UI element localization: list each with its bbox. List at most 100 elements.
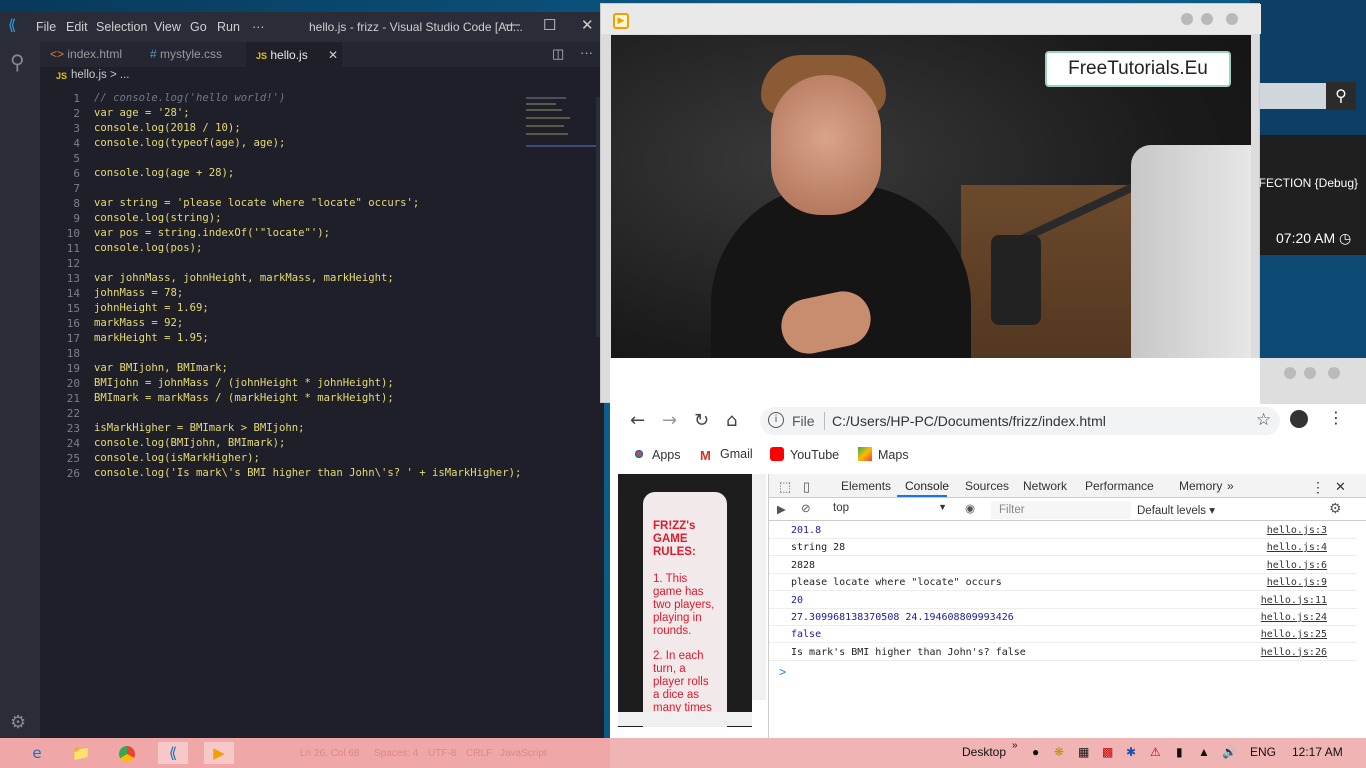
menu-file[interactable]: File [36,20,56,34]
page-vertical-scrollbar[interactable] [752,474,766,700]
menu-run[interactable]: Run [217,20,240,34]
chrome-close-button[interactable] [1328,367,1340,379]
menu-edit[interactable]: Edit [66,20,88,34]
home-icon[interactable]: ⌂ [726,410,737,431]
video-frame[interactable]: FreeTutorials.Eu [611,35,1251,395]
ie-icon[interactable]: e [22,742,52,764]
forward-icon[interactable]: → [662,410,677,431]
page-viewport[interactable]: FR!ZZ's GAME RULES: 1. This game has two… [618,474,752,727]
player-maximize-button[interactable] [1201,13,1213,25]
bookmark-apps[interactable]: Apps [632,447,681,462]
battery-icon[interactable]: ▮ [1176,745,1183,759]
volume-icon[interactable]: 🔊 [1222,745,1237,759]
console-output[interactable]: > 201.8 hello.js:3 string 28 hello.js:4 2828… [769,522,1366,738]
player-close-button[interactable] [1226,13,1238,25]
code-line[interactable]: markHeight = 1.95; [94,332,209,344]
console-source-link[interactable]: hello.js:3 [1267,525,1327,536]
search-icon[interactable]: ⚲ [10,50,25,75]
tab-performance[interactable]: Performance [1085,479,1154,493]
bookmark-gmail[interactable]: M Gmail [700,447,753,463]
page-horizontal-scrollbar[interactable] [618,712,752,726]
tray-security-icon[interactable]: ▩ [1102,745,1113,759]
code-line[interactable]: console.log(2018 / 10); [94,122,241,134]
split-editor-icon[interactable]: ◫ [552,46,564,62]
console-prompt[interactable]: > [779,665,786,679]
bookmark-maps[interactable]: Maps [858,447,909,462]
omnibox[interactable]: i File C:/Users/HP-PC/Documents/frizz/in… [760,407,1280,435]
console-filter-input[interactable]: Filter [991,501,1131,519]
console-source-link[interactable]: hello.js:24 [1261,612,1327,623]
profile-avatar[interactable] [1290,410,1308,428]
code-line[interactable]: console.log(string); [94,212,222,224]
file-explorer-icon[interactable]: 📁 [66,742,96,764]
code-line[interactable]: markMass = 92; [94,317,183,329]
tray-dot-icon[interactable]: ● [1032,745,1039,759]
tray-app-icon[interactable]: ❋ [1054,745,1064,759]
tab-memory[interactable]: Memory [1179,479,1222,493]
desktop-toolbar-label[interactable]: Desktop [962,745,1006,759]
chrome-menu-icon[interactable]: ⋮ [1328,408,1344,427]
code-line[interactable]: var pos = string.indexOf('"locate"'); [94,227,330,239]
inspect-element-icon[interactable]: ⬚ [779,479,791,495]
tab-network[interactable]: Network [1023,479,1067,493]
taskbar-clock[interactable]: 12:17 AM [1292,745,1343,759]
menu-more[interactable]: ··· [252,20,265,34]
console-source-link[interactable]: hello.js:9 [1267,577,1327,588]
more-actions-icon[interactable]: ··· [580,45,593,60]
maximize-icon[interactable]: ☐ [543,16,556,34]
devtools-close-icon[interactable]: ✕ [1335,479,1346,495]
console-source-link[interactable]: hello.js:6 [1267,560,1327,571]
code-line[interactable]: var string = 'please locate where "locat… [94,197,419,209]
chrome-maximize-button[interactable] [1304,367,1316,379]
bookmark-star-icon[interactable]: ☆ [1256,410,1271,430]
more-tabs-icon[interactable]: » [1227,479,1234,493]
tab-sources[interactable]: Sources [965,479,1009,493]
menu-view[interactable]: View [154,20,181,34]
back-icon[interactable]: ← [630,410,645,431]
bluetooth-icon[interactable]: ✱ [1126,745,1136,759]
breadcrumb[interactable]: JS hello.js > ... [40,69,604,85]
device-toolbar-icon[interactable]: ▯ [803,479,810,495]
console-source-link[interactable]: hello.js:11 [1261,595,1327,606]
code-line[interactable]: isMarkHigher = BMImark > BMIjohn; [94,422,304,434]
minimize-icon[interactable]: — [505,16,520,33]
tray-monitor-icon[interactable]: ▦ [1078,745,1089,759]
chrome-icon[interactable] [112,742,142,764]
code-line[interactable]: console.log(BMIjohn, BMImark); [94,437,285,449]
close-icon[interactable]: ✕ [581,16,594,34]
code-line[interactable]: BMIjohn = johnMass / (johnHeight * johnH… [94,377,394,389]
gear-icon[interactable]: ⚙ [10,712,26,733]
code-line[interactable]: console.log(isMarkHigher); [94,452,260,464]
bookmark-youtube[interactable]: YouTube [770,447,839,462]
wifi-icon[interactable]: ▲ [1198,745,1210,759]
tab-elements[interactable]: Elements [841,479,891,493]
eye-icon[interactable]: ◉ [965,501,975,515]
code-line[interactable]: var johnMass, johnHeight, markMass, mark… [94,272,394,284]
code-line[interactable]: johnHeight = 1.69; [94,302,209,314]
clear-console-icon[interactable]: ⊘ [801,501,811,515]
code-line[interactable]: console.log(age + 28); [94,167,234,179]
log-levels-dropdown[interactable]: Default levels ▾ [1137,503,1215,517]
player-minimize-button[interactable] [1181,13,1193,25]
tab-index-html[interactable]: <> index.html [40,42,136,67]
devtools-menu-icon[interactable]: ⋮ [1311,479,1325,496]
toolbar-expand-icon[interactable]: » [1012,740,1018,751]
code-line[interactable]: console.log(typeof(age), age); [94,137,285,149]
code-line[interactable]: var age = '28'; [94,107,190,119]
reload-icon[interactable]: ↻ [694,410,709,431]
gear-icon[interactable]: ⚙ [1329,500,1342,517]
code-line[interactable]: johnMass = 78; [94,287,183,299]
chrome-minimize-button[interactable] [1284,367,1296,379]
close-tab-icon[interactable]: ✕ [328,43,338,67]
console-source-link[interactable]: hello.js:4 [1267,542,1327,553]
console-source-link[interactable]: hello.js:25 [1261,629,1327,640]
tab-console[interactable]: Console [905,479,949,493]
search-icon[interactable]: ⚲ [1326,82,1356,110]
code-line[interactable]: console.log(pos); [94,242,202,254]
minimap[interactable] [526,97,596,149]
menu-go[interactable]: Go [190,20,207,34]
code-line[interactable]: BMImark = markMass / (markHeight * markH… [94,392,394,404]
code-editor[interactable]: // console.log('hello world!') var age = … [94,87,524,487]
info-icon[interactable]: i [768,412,784,428]
menu-selection[interactable]: Selection [96,20,147,34]
